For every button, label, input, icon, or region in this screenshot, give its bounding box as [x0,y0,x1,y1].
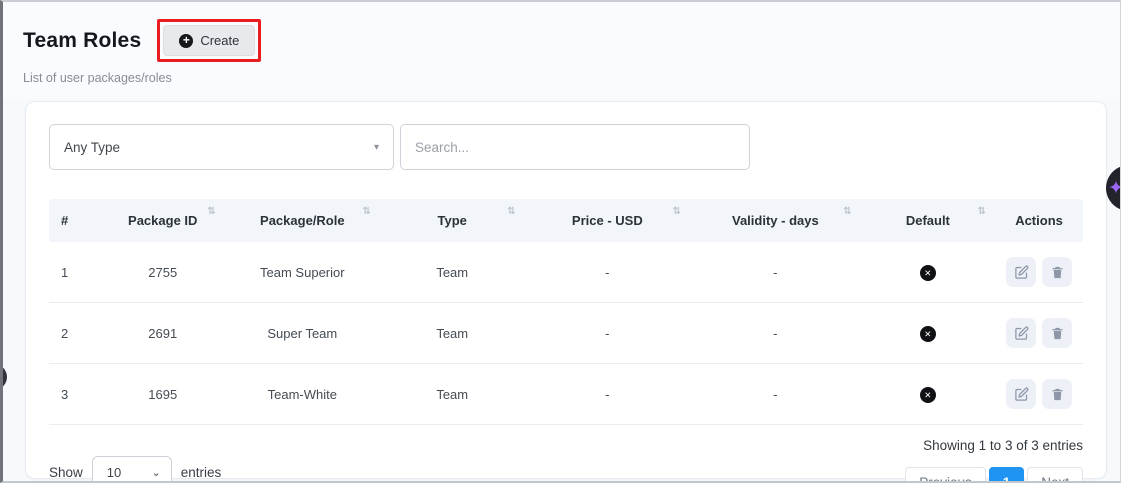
column-header-package-id[interactable]: Package ID ⇅ [101,199,225,242]
cell-price: - [525,303,690,364]
chevron-down-icon: ⌄ [152,466,161,479]
annotation-highlight: + Create [157,19,261,62]
cell-package-role: Team-White [225,364,380,425]
caret-down-icon: ▾ [374,142,379,153]
page-subtitle: List of user packages/roles [23,71,1120,85]
page-title: Team Roles [23,29,141,53]
page-size-value: 10 [107,465,121,480]
cell-type: Team [380,242,525,303]
assistant-fab-button[interactable]: ✦ [1106,165,1121,211]
cell-price: - [525,364,690,425]
edit-button[interactable] [1006,318,1036,348]
pagination: Previous 1 Next [905,467,1083,483]
times-circle-icon[interactable]: ✕ [920,265,936,281]
table-header-row: # Package ID ⇅ Package/Role ⇅ Type ⇅ [49,199,1083,242]
column-header-default[interactable]: Default ⇅ [861,199,995,242]
page-size-select[interactable]: 10 ⌄ [92,456,172,483]
sort-icon[interactable]: ⇅ [507,206,515,217]
sparkle-icon: ✦ [1108,177,1121,200]
column-header-index: # [49,199,101,242]
cell-default: ✕ [861,303,995,364]
pagination-previous-button[interactable]: Previous [905,467,986,483]
times-circle-icon[interactable]: ✕ [920,387,936,403]
cell-validity: - [690,303,861,364]
cell-index: 3 [49,364,101,425]
pagination-next-button[interactable]: Next [1027,467,1083,483]
edit-button[interactable] [1006,379,1036,409]
cell-package-role: Super Team [225,303,380,364]
delete-button[interactable] [1042,318,1072,348]
cell-default: ✕ [861,364,995,425]
cell-actions [995,303,1083,364]
team-roles-page: Team Roles + Create List of user package… [0,0,1121,483]
cell-package-id: 2691 [101,303,225,364]
delete-button[interactable] [1042,257,1072,287]
cell-type: Team [380,303,525,364]
edit-icon [1014,265,1029,280]
sort-icon[interactable]: ⇅ [207,206,215,217]
trash-icon [1050,326,1065,341]
sort-icon[interactable]: ⇅ [362,206,370,217]
cell-actions [995,364,1083,425]
cell-index: 1 [49,242,101,303]
edit-button[interactable] [1006,257,1036,287]
page-header: Team Roles + Create List of user package… [3,2,1120,99]
cell-package-id: 2755 [101,242,225,303]
cell-index: 2 [49,303,101,364]
entries-label: entries [181,465,222,480]
plus-circle-icon: + [179,34,193,48]
table-row: 1 2755 Team Superior Team - - ✕ [49,242,1083,303]
column-header-validity[interactable]: Validity - days ⇅ [690,199,861,242]
cell-validity: - [690,364,861,425]
cell-default: ✕ [861,242,995,303]
cell-validity: - [690,242,861,303]
roles-card: Any Type ▾ # Package ID ⇅ [25,101,1107,479]
create-button[interactable]: + Create [163,25,255,56]
edit-icon [1014,387,1029,402]
table-row: 3 1695 Team-White Team - - ✕ [49,364,1083,425]
type-filter-select[interactable]: Any Type ▾ [49,124,394,170]
delete-button[interactable] [1042,379,1072,409]
sort-icon[interactable]: ⇅ [673,206,681,217]
column-header-price[interactable]: Price - USD ⇅ [525,199,690,242]
cell-type: Team [380,364,525,425]
cell-actions [995,242,1083,303]
sort-icon[interactable]: ⇅ [978,206,986,217]
search-input[interactable] [400,124,750,170]
page-length-control: Show 10 ⌄ entries [49,447,221,483]
table-info-text: Showing 1 to 3 of 3 entries [923,438,1083,453]
filter-row: Any Type ▾ [49,124,1083,170]
left-edge-fab-button[interactable] [0,364,7,390]
cell-package-id: 1695 [101,364,225,425]
column-header-package-role[interactable]: Package/Role ⇅ [225,199,380,242]
type-filter-value: Any Type [64,140,120,155]
column-header-type[interactable]: Type ⇅ [380,199,525,242]
edit-icon [1014,326,1029,341]
pagination-page-1-button[interactable]: 1 [989,467,1025,483]
trash-icon [1050,265,1065,280]
column-header-actions: Actions [995,199,1083,242]
times-circle-icon[interactable]: ✕ [920,326,936,342]
sort-icon[interactable]: ⇅ [843,206,851,217]
cell-price: - [525,242,690,303]
table-row: 2 2691 Super Team Team - - ✕ [49,303,1083,364]
table-footer: Show 10 ⌄ entries Showing 1 to 3 of 3 en… [49,438,1083,483]
trash-icon [1050,387,1065,402]
roles-table: # Package ID ⇅ Package/Role ⇅ Type ⇅ [49,199,1083,425]
cell-package-role: Team Superior [225,242,380,303]
create-button-label: Create [200,33,239,48]
show-label: Show [49,465,83,480]
